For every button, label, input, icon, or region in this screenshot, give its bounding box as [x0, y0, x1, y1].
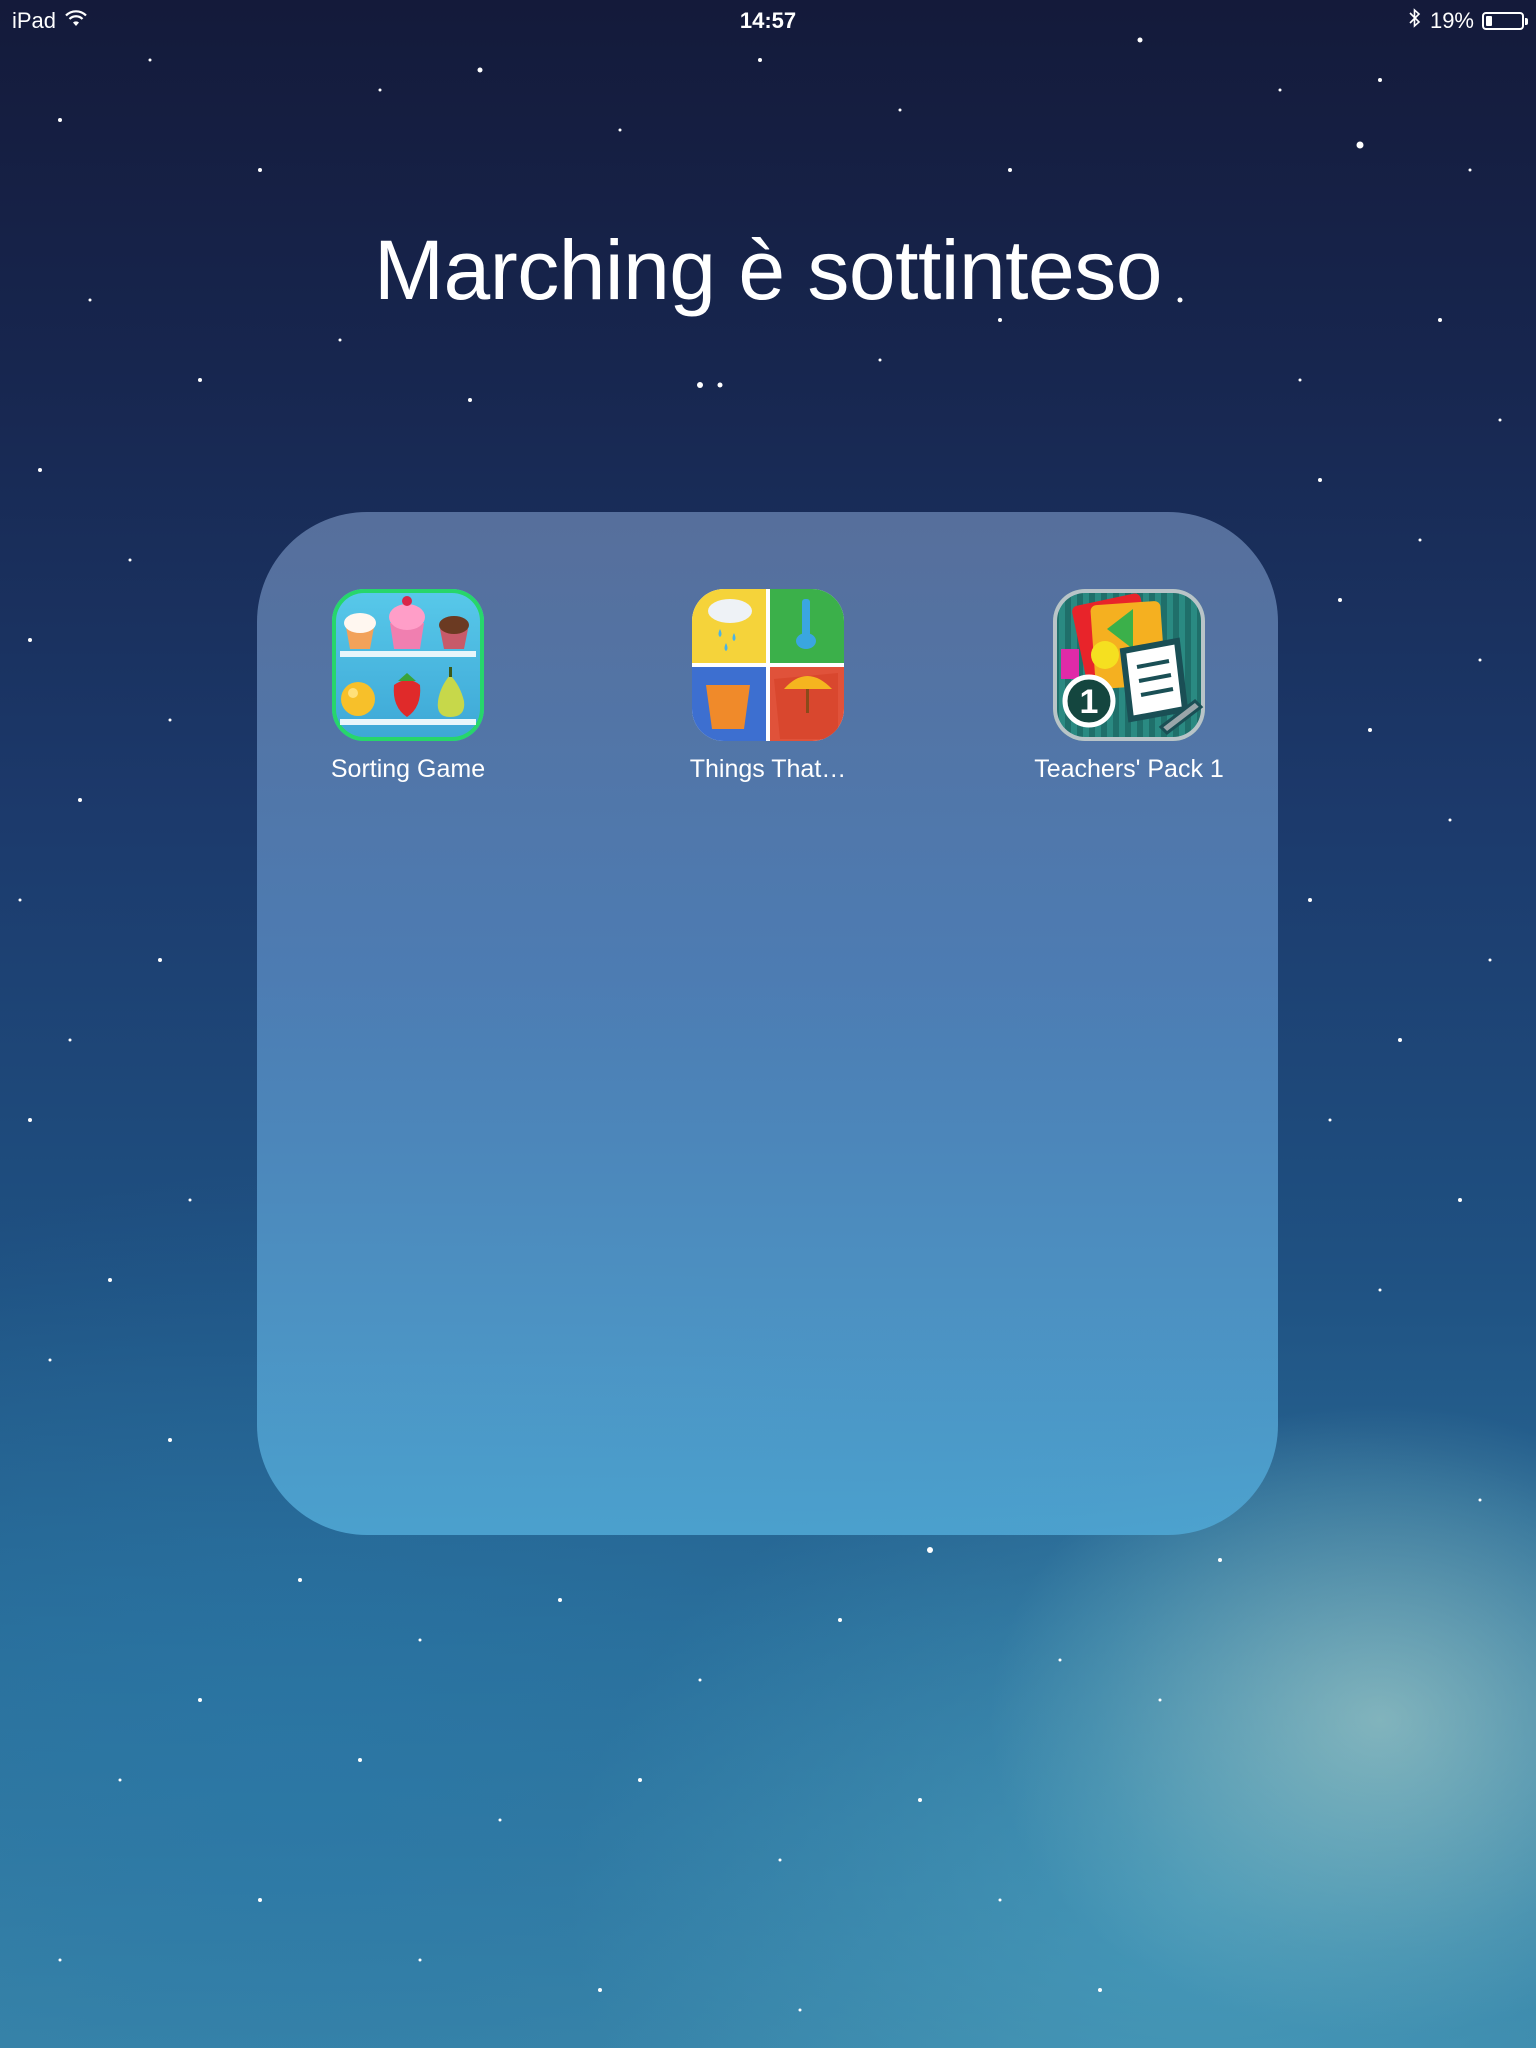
sorting-game-icon[interactable] — [332, 589, 484, 741]
things-that-icon[interactable] — [692, 589, 844, 741]
battery-percent: 19% — [1429, 8, 1474, 33]
status-time: 14:57 — [739, 8, 797, 33]
battery-level — [1486, 16, 1493, 26]
folder-title[interactable]: Marching è sottinteso — [0, 222, 1536, 319]
status-right: 19% — [1408, 8, 1528, 34]
app-label: Teachers' Pack 1 — [1034, 755, 1224, 783]
app-things-that[interactable]: Things That… — [668, 589, 868, 784]
app-label: Things That… — [689, 755, 847, 783]
bluetooth-icon — [1408, 8, 1422, 34]
status-bar: iPad 14:57 19% — [0, 0, 1536, 40]
folder-panel: Sorting Game Things That… 1 Teachers' Pa… — [257, 512, 1278, 1535]
app-sorting-game[interactable]: Sorting Game — [308, 589, 508, 784]
home-screen: iPad 14:57 19% Marching è sottinteso Sor… — [0, 0, 1536, 2048]
app-teachers-pack[interactable]: 1 Teachers' Pack 1 — [1029, 589, 1229, 784]
teachers-pack-icon[interactable]: 1 — [1053, 589, 1205, 741]
svg-text:1: 1 — [1080, 683, 1099, 721]
app-label: Sorting Game — [330, 755, 486, 783]
battery-icon — [1482, 12, 1528, 30]
